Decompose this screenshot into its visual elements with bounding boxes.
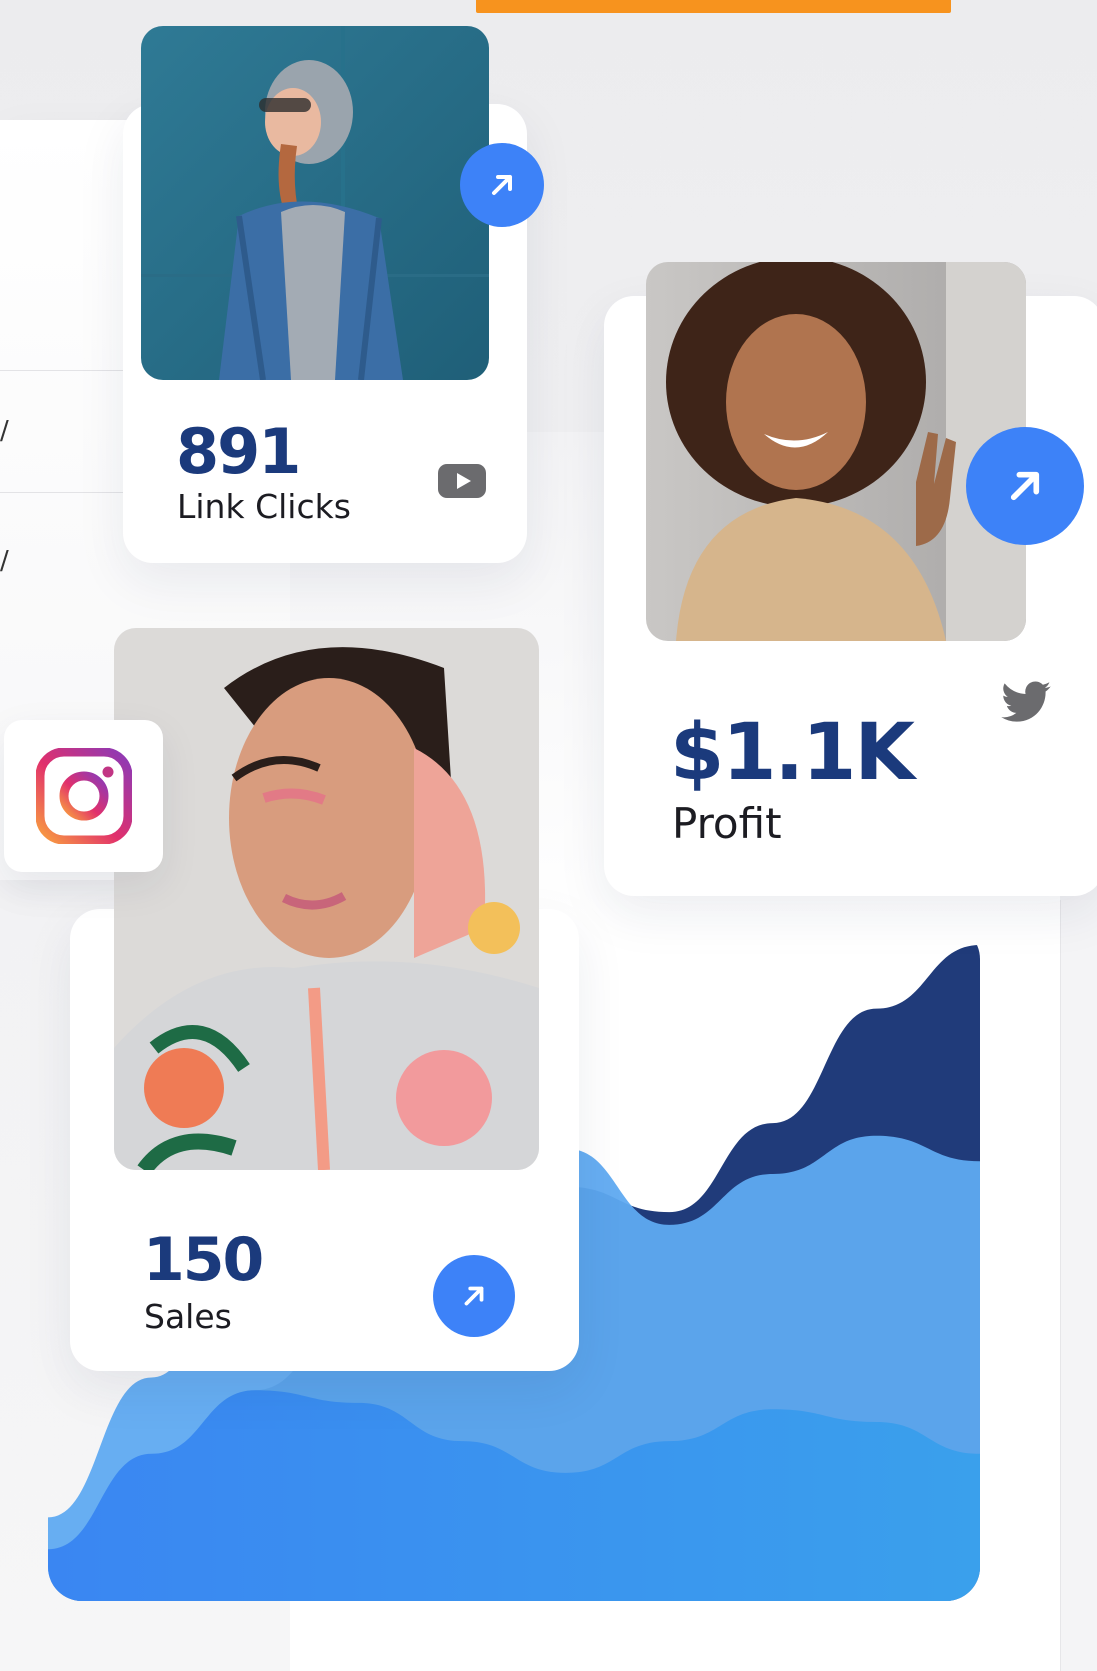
arrow-up-right-icon bbox=[464, 1286, 484, 1306]
youtube-icon[interactable] bbox=[438, 464, 486, 498]
link-clicks-arrow-button[interactable] bbox=[460, 143, 544, 227]
profit-value: $1.1K bbox=[670, 708, 915, 798]
arrow-up-right-icon bbox=[492, 175, 512, 195]
twitter-icon[interactable] bbox=[996, 676, 1056, 730]
woman-floral-hoodie-photo bbox=[114, 628, 539, 1170]
top-accent-bar bbox=[476, 0, 951, 13]
background-divider bbox=[0, 370, 140, 371]
arrow-up-right-icon bbox=[1010, 471, 1040, 501]
woman-curly-hair-photo bbox=[646, 262, 1026, 641]
profit-label: Profit bbox=[672, 799, 782, 848]
background-divider bbox=[0, 492, 140, 493]
clipped-text-glyph: / bbox=[0, 546, 9, 576]
profit-arrow-button[interactable] bbox=[966, 427, 1084, 545]
sales-value: 150 bbox=[143, 1225, 264, 1295]
background-right-strip bbox=[1060, 900, 1097, 1671]
instagram-icon[interactable] bbox=[36, 748, 132, 844]
sales-label: Sales bbox=[144, 1297, 232, 1336]
link-clicks-value: 891 bbox=[176, 415, 301, 488]
clipped-text-glyph: / bbox=[0, 416, 9, 446]
woman-denim-jacket-photo bbox=[141, 26, 489, 380]
sales-arrow-button[interactable] bbox=[433, 1255, 515, 1337]
link-clicks-label: Link Clicks bbox=[177, 487, 351, 526]
